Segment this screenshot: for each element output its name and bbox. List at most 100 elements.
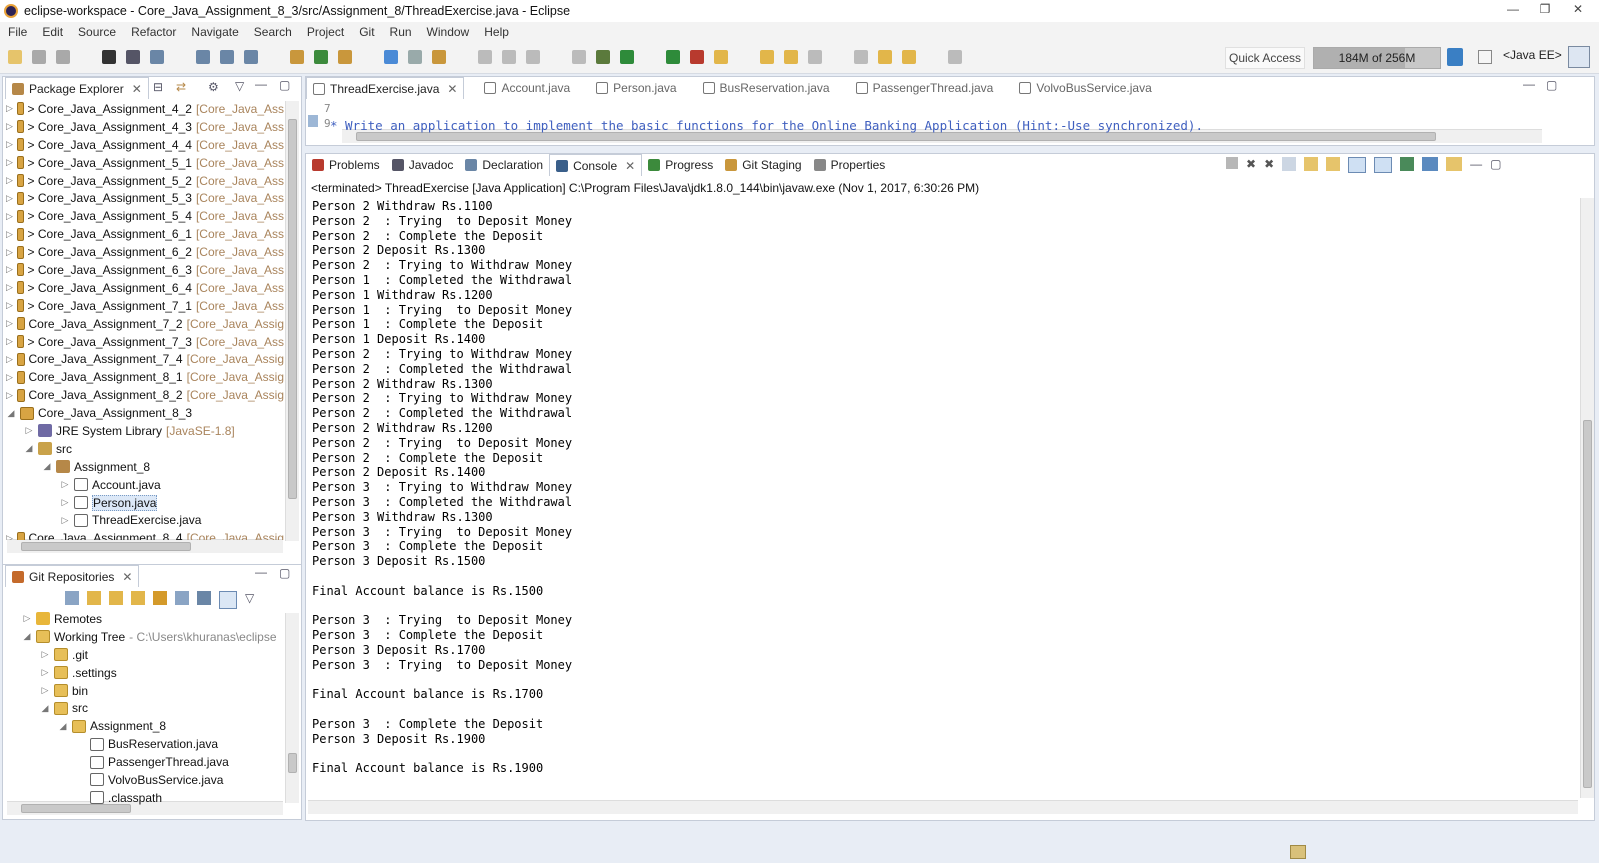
tree-item[interactable]: ▷ ThreadExercise.java	[6, 511, 284, 529]
close-icon[interactable]: ✕	[447, 82, 457, 96]
tree-item[interactable]: ▷ > Core_Java_Assignment_4_2 [Core_Java_As…	[6, 100, 284, 118]
show-stderr-icon[interactable]	[1374, 157, 1393, 173]
tree-item[interactable]: ▷ > Core_Java_Assignment_5_4 [Core_Java_As…	[6, 207, 284, 225]
menu-window[interactable]: Window	[427, 25, 470, 39]
collapsed-arrow-icon[interactable]: ▷	[60, 515, 70, 526]
quick-access-field[interactable]: Quick Access	[1225, 47, 1305, 69]
step-return-icon[interactable]	[220, 50, 234, 64]
collapsed-arrow-icon[interactable]: ▷	[6, 121, 13, 132]
tree-item[interactable]: ▷ > Core_Java_Assignment_6_4 [Core_Java_As…	[6, 279, 284, 297]
collapsed-arrow-icon[interactable]: ▷	[6, 318, 13, 329]
maximize-icon[interactable]: ▢	[279, 566, 290, 580]
git-tree-item[interactable]: ◢ src	[22, 699, 284, 717]
tree-item[interactable]: ▷ > Core_Java_Assignment_5_3 [Core_Java_As…	[6, 189, 284, 207]
menu-run[interactable]: Run	[390, 25, 412, 39]
perspective-java-ee[interactable]: <Java EE>	[1503, 48, 1562, 62]
collapsed-arrow-icon[interactable]: ▷	[40, 685, 50, 696]
tree-item[interactable]: ▷ Core_Java_Assignment_7_2 [Core_Java_Assi…	[6, 315, 284, 333]
last-edit-icon[interactable]	[878, 50, 892, 64]
drop-frame-icon[interactable]	[244, 50, 258, 64]
collapsed-arrow-icon[interactable]: ▷	[6, 229, 13, 240]
edit-icon[interactable]	[478, 50, 492, 64]
collapsed-arrow-icon[interactable]: ▷	[6, 336, 13, 347]
tree-item[interactable]: ▷ > Core_Java_Assignment_7_1 [Core_Java_As…	[6, 297, 284, 315]
git-tree-item[interactable]: ▷ Remotes	[22, 610, 284, 628]
tree-item[interactable]: ▷ Core_Java_Assignment_8_1 [Core_Java_Assi…	[6, 368, 284, 386]
coverage-icon[interactable]	[666, 50, 680, 64]
pin-console-icon[interactable]	[1400, 157, 1415, 171]
collapsed-arrow-icon[interactable]: ▷	[6, 175, 13, 186]
tree-item[interactable]: ▷ Account.java	[6, 476, 284, 494]
collapsed-arrow-icon[interactable]: ▷	[6, 139, 13, 150]
tree-item[interactable]: ▷ > Core_Java_Assignment_6_1 [Core_Java_As…	[6, 225, 284, 243]
new-folder-icon[interactable]	[714, 50, 728, 64]
restore-button[interactable]: ❐	[1530, 0, 1560, 18]
clone-repo-icon[interactable]	[109, 591, 123, 605]
collapsed-arrow-icon[interactable]: ▷	[6, 264, 13, 275]
editor-tab[interactable]: BusReservation.java	[697, 77, 836, 99]
collapsed-arrow-icon[interactable]: ▷	[40, 667, 50, 678]
external-tools-icon[interactable]	[690, 50, 704, 64]
git-tree-item[interactable]: VolvoBusService.java	[22, 771, 284, 789]
profile-icon[interactable]	[102, 50, 116, 64]
tree-item[interactable]: ▷ > Core_Java_Assignment_6_3 [Core_Java_As…	[6, 261, 284, 279]
tab-git-repositories[interactable]: Git Repositories ✕	[5, 565, 140, 587]
expanded-arrow-icon[interactable]: ◢	[24, 443, 34, 454]
collapsed-arrow-icon[interactable]: ▷	[6, 300, 13, 311]
package-explorer-hscroll[interactable]	[7, 539, 283, 553]
remove-all-icon[interactable]: ✖	[1264, 157, 1274, 173]
open-folder-icon[interactable]	[760, 50, 774, 64]
menu-refactor[interactable]: Refactor	[131, 25, 176, 39]
maximize-icon[interactable]: ▢	[1546, 78, 1557, 92]
tab-declaration[interactable]: Declaration	[459, 154, 549, 176]
tab-git-staging[interactable]: Git Staging	[719, 154, 807, 176]
menu-file[interactable]: File	[8, 25, 27, 39]
collapsed-arrow-icon[interactable]: ▷	[60, 497, 70, 508]
java-perspective-icon[interactable]	[1568, 46, 1590, 68]
new-java-icon[interactable]	[384, 50, 398, 64]
tree-item[interactable]: ▷ > Core_Java_Assignment_7_3 [Core_Java_As…	[6, 333, 284, 351]
show-stdout-icon[interactable]	[1348, 157, 1367, 173]
new-server-icon[interactable]	[290, 50, 304, 64]
tab-problems[interactable]: Problems	[306, 154, 386, 176]
git-tree-item[interactable]: ▷ .settings	[22, 664, 284, 682]
menu-git[interactable]: Git	[359, 25, 374, 39]
toggle-mark-icon[interactable]	[502, 50, 516, 64]
add-repo-icon[interactable]	[87, 591, 101, 605]
tree-item[interactable]: ▷ > Core_Java_Assignment_5_1 [Core_Java_As…	[6, 154, 284, 172]
tree-item[interactable]: ▷ Core_Java_Assignment_7_4 [Core_Java_Assi…	[6, 350, 284, 368]
git-tree-item[interactable]: PassengerThread.java	[22, 753, 284, 771]
tab-package-explorer[interactable]: Package Explorer ✕	[5, 77, 149, 99]
minimize-icon[interactable]: —	[255, 565, 267, 579]
git-tree-item[interactable]: BusReservation.java	[22, 735, 284, 753]
console-hscroll[interactable]	[308, 800, 1578, 814]
scroll-lock-icon[interactable]	[1304, 157, 1319, 171]
next-annotation-icon[interactable]	[808, 50, 822, 64]
toggle-layout-icon[interactable]	[219, 591, 237, 609]
minimize-icon[interactable]: —	[255, 77, 267, 91]
clear-console-icon[interactable]	[1282, 157, 1297, 171]
editor-tab[interactable]: PassengerThread.java	[850, 77, 1000, 99]
remove-launch-icon[interactable]: ✖	[1246, 157, 1256, 173]
task-icon[interactable]	[408, 50, 422, 64]
new-servlet-icon[interactable]	[314, 50, 328, 64]
collapse-icon[interactable]	[65, 591, 79, 605]
block-select-icon[interactable]	[526, 50, 540, 64]
close-icon[interactable]: ✕	[625, 159, 635, 173]
menu-navigate[interactable]: Navigate	[191, 25, 238, 39]
tree-item[interactable]: ◢ Core_Java_Assignment_8_3	[6, 404, 284, 422]
editor-comment-line[interactable]: * Write an application to implement the …	[330, 103, 1203, 133]
collapsed-arrow-icon[interactable]: ▷	[6, 354, 13, 365]
collapsed-arrow-icon[interactable]: ▷	[60, 479, 70, 490]
git-tree-item[interactable]: ◢ Assignment_8	[22, 717, 284, 735]
show-whitespace-icon[interactable]	[572, 50, 586, 64]
new-icon[interactable]	[8, 50, 22, 64]
tree-item[interactable]: ◢ src	[6, 440, 284, 458]
menu-project[interactable]: Project	[307, 25, 344, 39]
create-repo-icon[interactable]	[131, 591, 145, 605]
word-wrap-icon[interactable]	[1326, 157, 1341, 171]
tree-item[interactable]: ▷ > Core_Java_Assignment_4_4 [Core_Java_As…	[6, 136, 284, 154]
progress-icon[interactable]	[1290, 845, 1306, 859]
heap-status[interactable]: 184M of 256M	[1313, 47, 1441, 69]
tree-item[interactable]: ▷ JRE System Library [JavaSE-1.8]	[6, 422, 284, 440]
